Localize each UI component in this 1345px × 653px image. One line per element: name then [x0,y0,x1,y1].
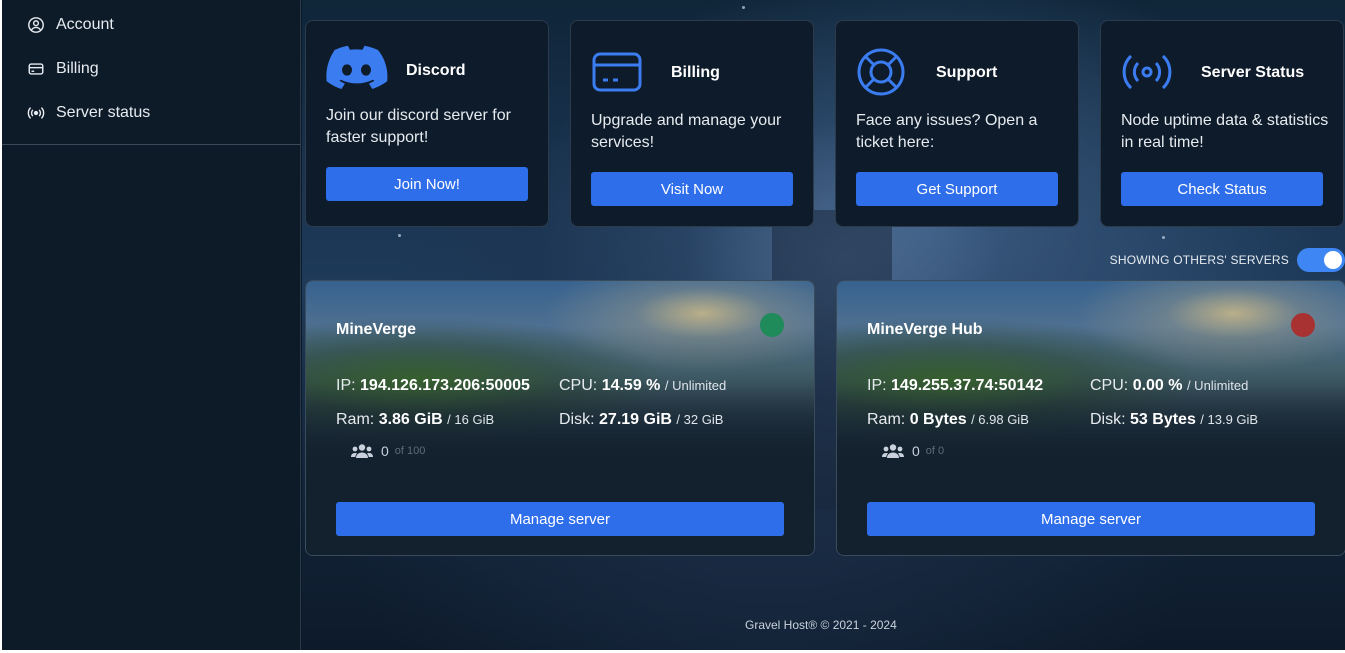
card-title: Discord [406,62,466,79]
card-title: Billing [671,64,720,81]
player-max: of 100 [394,445,426,457]
background-star [1162,236,1165,239]
server-players: 0 of 100 [351,443,425,459]
player-count: 0 [381,443,389,459]
server-players: 0 of 0 [882,443,944,459]
users-icon [351,444,373,458]
others-servers-toggle[interactable] [1297,248,1345,272]
server-ip: IP: 149.255.37.74:50142 [867,377,1044,394]
server-cpu: CPU: 14.59 % / Unlimited [559,377,727,394]
check-status-button[interactable]: Check Status [1121,172,1323,206]
broadcast-icon [1121,47,1183,97]
server-ram: Ram: 3.86 GiB / 16 GiB [336,411,495,428]
toggle-label: SHOWING OTHERS' SERVERS [1109,253,1289,267]
server-cpu: CPU: 0.00 % / Unlimited [1090,377,1249,394]
sidebar-item-server-status[interactable]: Server status [26,101,150,125]
server-disk: Disk: 53 Bytes / 13.9 GiB [1090,411,1259,428]
sidebar-item-label: Server status [56,104,151,121]
player-max: of 0 [925,445,945,457]
broadcast-icon [26,103,46,123]
user-circle-icon [26,15,46,35]
player-count: 0 [912,443,920,459]
card-description: Face any issues? Open a ticket here: [856,112,1038,151]
visit-now-button[interactable]: Visit Now [591,172,793,206]
server-disk: Disk: 27.19 GiB / 32 GiB [559,411,724,428]
server-name: MineVerge [336,321,417,338]
sidebar-item-billing[interactable]: Billing [26,57,99,81]
join-now-button[interactable]: Join Now! [326,167,528,201]
server-name: MineVerge Hub [867,321,983,338]
server-card-mineverge-hub: MineVerge Hub IP: 149.255.37.74:50142 CP… [836,280,1345,556]
card-title: Support [936,64,998,81]
toggle-knob [1324,251,1342,269]
status-indicator [760,313,784,337]
sidebar-nav: Account Billing Server status [2,0,301,145]
others-servers-toggle-row: SHOWING OTHERS' SERVERS [1110,248,1345,272]
support-card: Support Face any issues? Open a ticket h… [835,20,1079,227]
get-support-button[interactable]: Get Support [856,172,1058,206]
lifebuoy-icon [856,47,918,97]
status-indicator [1291,313,1315,337]
sidebar-item-account[interactable]: Account [26,13,114,37]
manage-server-button[interactable]: Manage server [867,502,1315,536]
users-icon [882,444,904,458]
discord-card: Discord Join our discord server for fast… [305,20,549,227]
card-description: Node uptime data & statistics in real ti… [1121,112,1329,151]
sidebar-item-label: Billing [56,60,99,77]
credit-card-icon [26,59,46,79]
background-star [398,234,401,237]
sidebar: Account Billing Server status [2,0,301,650]
app-frame: Account Billing Server status Discord Jo… [2,0,1345,650]
credit-card-icon [591,47,653,97]
billing-card: Billing Upgrade and manage your services… [570,20,814,227]
footer-copyright: Gravel Host® © 2021 - 2024 [745,618,897,632]
discord-icon [326,43,388,93]
manage-server-button[interactable]: Manage server [336,502,784,536]
card-title: Server Status [1201,64,1305,81]
main-content: Discord Join our discord server for fast… [302,0,1345,650]
server-status-card: Server Status Node uptime data & statist… [1100,20,1344,227]
server-ram: Ram: 0 Bytes / 6.98 GiB [867,411,1029,428]
sidebar-item-label: Account [56,16,114,33]
background-star [742,6,745,9]
server-card-mineverge: MineVerge IP: 194.126.173.206:50005 CPU:… [305,280,815,556]
server-ip: IP: 194.126.173.206:50005 [336,377,530,394]
card-description: Upgrade and manage your services! [591,112,782,151]
card-description: Join our discord server for faster suppo… [326,107,511,146]
